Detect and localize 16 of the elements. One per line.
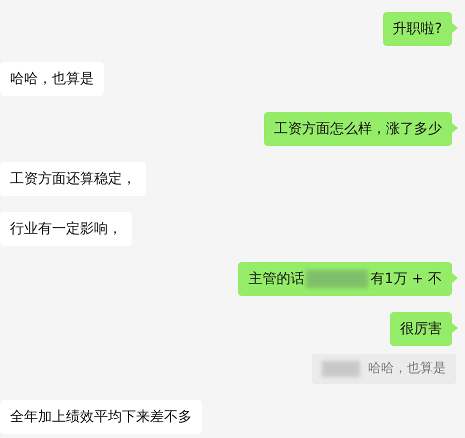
bubble-tail-icon bbox=[452, 323, 458, 333]
message-bubble: 行业有一定影响， bbox=[0, 212, 132, 246]
message-text: 有1万 + 不 bbox=[370, 270, 442, 289]
bubble-tail-icon bbox=[452, 23, 458, 33]
message-text: 主管的话 bbox=[248, 270, 304, 289]
message-bubble: 很厉害 bbox=[390, 312, 452, 346]
blurred-redaction bbox=[322, 360, 360, 377]
message-bubble: 哈哈，也算是 bbox=[0, 62, 104, 96]
message-bubble: 工资方面还算稳定， bbox=[0, 162, 146, 196]
bubble-tail-icon bbox=[452, 123, 458, 133]
quote-text: 哈哈，也算是 bbox=[368, 360, 446, 378]
blurred-redaction bbox=[306, 270, 368, 288]
message-bubble: 升职啦? bbox=[382, 12, 452, 46]
message-bubble: 工资方面怎么样，涨了多少 bbox=[264, 112, 452, 146]
quoted-message[interactable]: 哈哈，也算是 bbox=[312, 354, 456, 384]
message-bubble: 全年加上绩效平均下来差不多 bbox=[0, 400, 202, 434]
